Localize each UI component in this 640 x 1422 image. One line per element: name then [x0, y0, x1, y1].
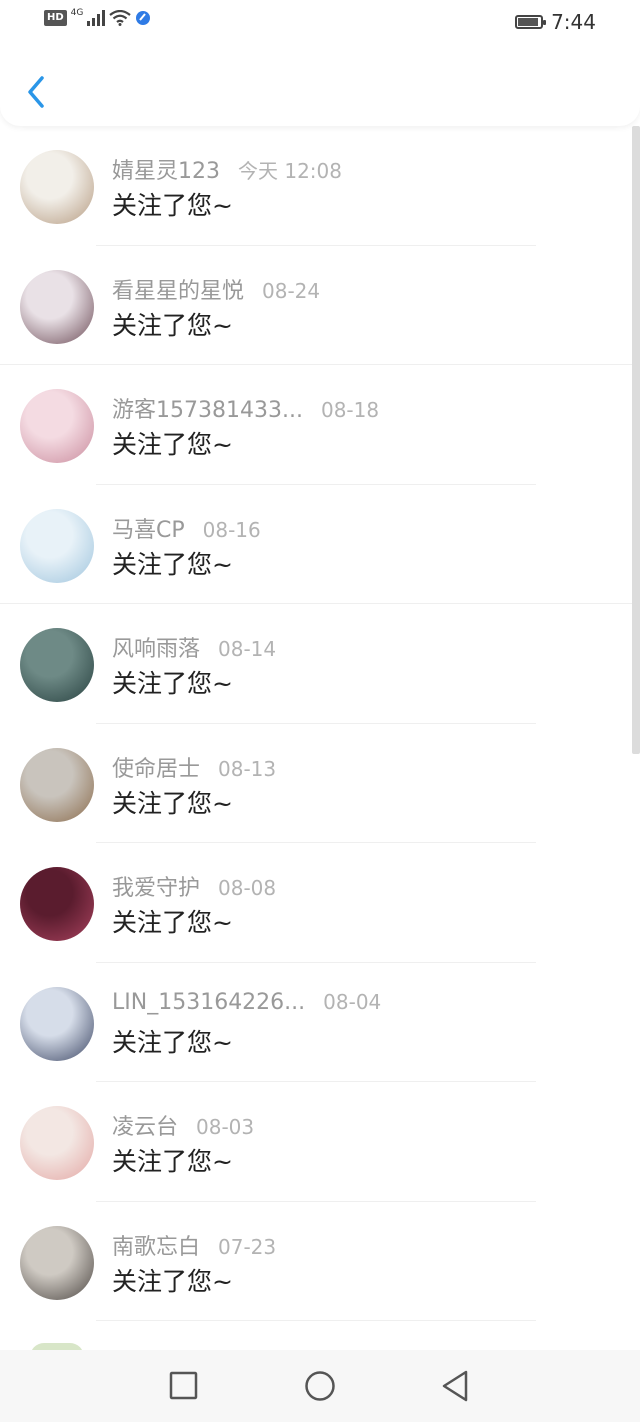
timestamp: 08-04	[323, 989, 382, 1014]
name-line: 婧星灵123 今天 12:08	[112, 153, 342, 185]
back-button[interactable]	[18, 70, 58, 114]
user-name[interactable]: 我爱守护	[112, 870, 200, 902]
status-left: HD 4G	[44, 8, 151, 26]
list-item[interactable]: 游客157381433... 08-18 关注了您~	[0, 365, 632, 485]
name-line: 我爱守护 08-08	[112, 870, 276, 902]
avatar[interactable]	[20, 1225, 94, 1300]
timestamp: 08-16	[202, 517, 261, 542]
home-button[interactable]	[300, 1368, 340, 1404]
notification-text: 关注了您~	[112, 310, 233, 340]
timestamp: 08-18	[320, 398, 380, 422]
app-notification-icon	[136, 11, 151, 25]
timestamp: 08-13	[218, 756, 277, 781]
user-name[interactable]: 游客157381433...	[112, 392, 303, 424]
name-line: 使命居士 08-13	[112, 751, 276, 783]
user-name[interactable]: 凌云台	[112, 1109, 178, 1141]
avatar[interactable]	[20, 747, 94, 822]
list-item[interactable]: LIN_153164226... 08-04 关注了您~	[0, 963, 632, 1082]
square-icon	[169, 1371, 198, 1400]
list-item[interactable]: 风响雨落 08-14 关注了您~	[0, 604, 632, 724]
notification-text: 关注了您~	[112, 191, 233, 220]
notification-text: 关注了您~	[112, 908, 233, 937]
follower-notification-list: 婧星灵123 今天 12:08 关注了您~ 看星星的星悦 08-24 关注了您~ 游客157…	[0, 126, 632, 1321]
back-arrow-icon	[28, 76, 44, 108]
avatar[interactable]	[20, 628, 94, 702]
list-item[interactable]: 我爱守护 08-08 关注了您~	[0, 843, 632, 963]
list-item[interactable]: 看星星的星悦 08-24 关注了您~	[0, 246, 632, 365]
status-right: 7:44	[515, 10, 596, 34]
user-name[interactable]: LIN_153164226...	[112, 990, 305, 1015]
list-item[interactable]: 南歌忘白 07-23 关注了您~	[0, 1202, 632, 1321]
avatar[interactable]	[20, 269, 94, 344]
avatar[interactable]	[20, 150, 94, 224]
timestamp: 08-03	[196, 1115, 255, 1139]
avatar[interactable]	[20, 508, 94, 583]
user-name[interactable]: 南歌忘白	[112, 1229, 200, 1261]
name-line: 马喜CP 08-16	[112, 512, 261, 544]
system-nav-bar	[0, 1350, 640, 1422]
timestamp: 08-14	[218, 637, 277, 661]
timestamp: 今天 12:08	[238, 159, 342, 183]
row-divider	[96, 1320, 536, 1321]
clock: 7:44	[551, 10, 596, 34]
notification-text: 关注了您~	[112, 1266, 233, 1296]
notification-text: 关注了您~	[112, 549, 233, 579]
scrollbar[interactable]	[632, 126, 640, 754]
name-line: 看星星的星悦 08-24	[112, 273, 320, 305]
user-name[interactable]: 使命居士	[112, 751, 200, 783]
list-item[interactable]: 婧星灵123 今天 12:08 关注了您~	[0, 126, 632, 246]
signal-icon	[87, 10, 106, 26]
notification-text: 关注了您~	[112, 788, 233, 818]
timestamp: 07-23	[218, 1234, 277, 1259]
name-line: LIN_153164226... 08-04	[112, 990, 381, 1015]
wifi-icon	[109, 10, 132, 26]
back-nav-button[interactable]	[436, 1368, 476, 1404]
user-name[interactable]: 看星星的星悦	[112, 273, 244, 305]
recent-apps-button[interactable]	[163, 1368, 203, 1404]
triangle-back-icon	[442, 1370, 468, 1402]
user-name[interactable]: 马喜CP	[112, 512, 185, 544]
avatar[interactable]	[20, 986, 94, 1061]
top-header: HD 4G 7:44	[0, 0, 640, 126]
notification-text: 关注了您~	[112, 669, 233, 698]
list-item[interactable]: 使命居士 08-13 关注了您~	[0, 724, 632, 843]
notification-text: 关注了您~	[112, 1147, 233, 1176]
notification-text: 关注了您~	[112, 1027, 233, 1057]
user-name[interactable]: 风响雨落	[112, 631, 200, 663]
avatar[interactable]	[20, 389, 94, 463]
timestamp: 08-08	[218, 876, 277, 900]
name-line: 凌云台 08-03	[112, 1109, 254, 1141]
timestamp: 08-24	[262, 278, 321, 303]
user-name[interactable]: 婧星灵123	[112, 153, 220, 185]
list-item[interactable]: 凌云台 08-03 关注了您~	[0, 1082, 632, 1202]
name-line: 游客157381433... 08-18	[112, 392, 379, 424]
notification-text: 关注了您~	[112, 430, 233, 459]
avatar[interactable]	[20, 867, 94, 941]
battery-icon	[515, 15, 547, 29]
status-bar: HD 4G 7:44	[0, 0, 640, 44]
network-type: 4G	[70, 8, 84, 18]
name-line: 风响雨落 08-14	[112, 631, 276, 663]
hd-badge: HD	[44, 10, 67, 26]
avatar[interactable]	[20, 1106, 94, 1180]
list-item[interactable]: 马喜CP 08-16 关注了您~	[0, 485, 632, 604]
circle-icon	[305, 1371, 335, 1401]
name-line: 南歌忘白 07-23	[112, 1229, 276, 1261]
